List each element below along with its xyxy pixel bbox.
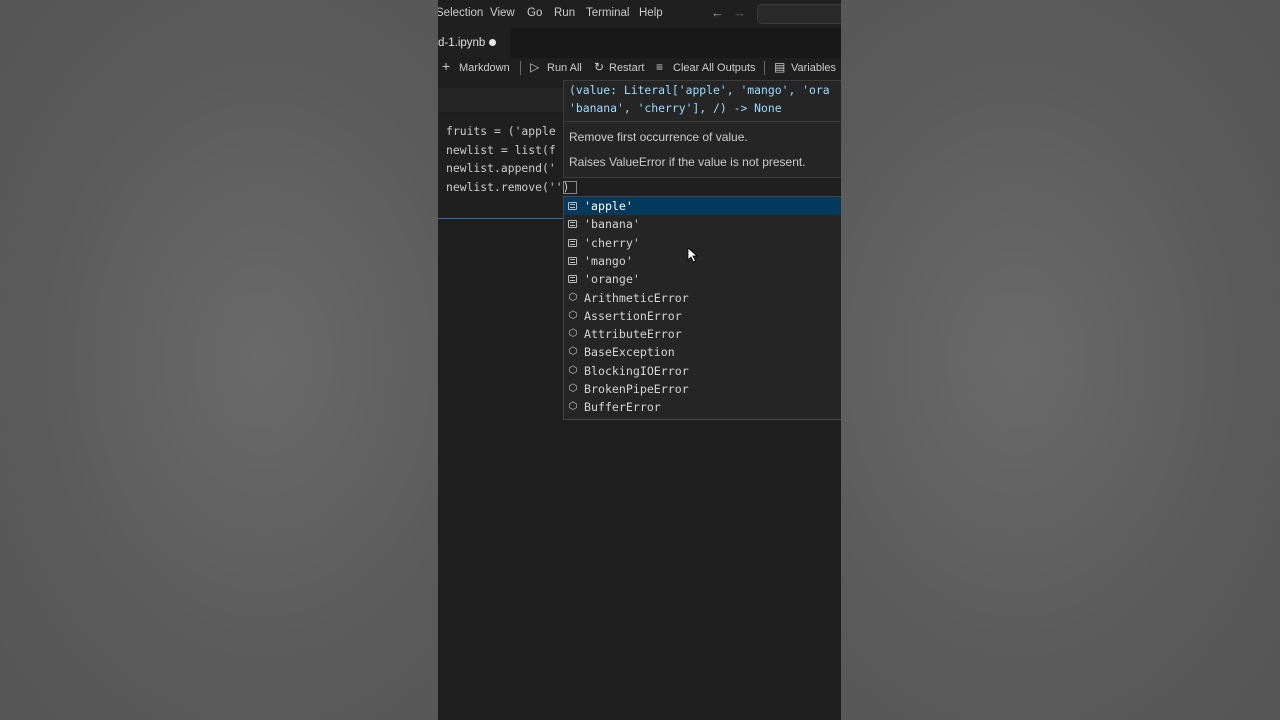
code-line[interactable]: fruits = ('apple xyxy=(446,124,556,138)
variables-icon[interactable]: ▤ xyxy=(774,60,785,74)
suggestion-item[interactable]: ⬡ ArithmeticError xyxy=(564,289,841,307)
suggestion-item[interactable]: ⬡ BaseException xyxy=(564,343,841,361)
class-cube-icon: ⬡ xyxy=(568,328,578,340)
run-all-icon[interactable]: ▷ xyxy=(530,60,539,74)
text-value-icon xyxy=(568,220,577,229)
suggestion-label: BrokenPipeError xyxy=(584,382,689,396)
class-cube-icon: ⬡ xyxy=(568,383,578,394)
arrow-right-icon[interactable]: → xyxy=(733,5,746,20)
video-blur-left xyxy=(0,0,438,720)
suggestion-label: BufferError xyxy=(584,400,661,415)
class-cube-icon: ⬡ xyxy=(568,291,578,303)
menu-help[interactable]: Help xyxy=(639,7,663,19)
toolbar-separator xyxy=(764,61,765,75)
text-cursor-highlight xyxy=(563,181,577,194)
suggestion-label: BaseException xyxy=(584,345,675,360)
suggestion-item[interactable]: ⬡ BlockingIOError xyxy=(564,362,841,380)
suggestion-label: 'mango' xyxy=(584,253,633,268)
menu-selection[interactable]: Selection xyxy=(438,7,483,19)
suggestion-label: 'orange' xyxy=(584,272,640,287)
signature-line: (value: Literal['apple', 'mango', 'ora xyxy=(569,83,830,97)
menu-run[interactable]: Run xyxy=(554,7,575,19)
suggestion-item[interactable]: ⬡ BufferError xyxy=(564,398,841,416)
variables-button[interactable]: Variables xyxy=(791,62,836,74)
clear-outputs-icon[interactable]: ≡ xyxy=(656,60,663,74)
notebook-toolbar: + Markdown ▷ Run All ↻ Restart ≡ Clear A… xyxy=(438,58,841,80)
menu-terminal[interactable]: Terminal xyxy=(586,7,629,19)
text-value-icon xyxy=(568,256,577,265)
code-line[interactable]: newlist = list(f xyxy=(446,143,556,157)
run-all-button[interactable]: Run All xyxy=(547,62,582,74)
menu-go[interactable]: Go xyxy=(527,7,542,19)
suggestion-item[interactable]: ⬡ BrokenPipeError xyxy=(564,380,841,398)
command-center-search[interactable] xyxy=(757,4,841,24)
signature-line: 'banana', 'cherry'], /) -> None xyxy=(569,101,782,115)
suggestion-item[interactable]: 'apple' xyxy=(564,197,841,215)
suggestion-item[interactable]: ⬡ AssertionError xyxy=(564,307,841,325)
toolbar-separator xyxy=(520,61,521,75)
code-line[interactable]: newlist.remove('') xyxy=(446,180,569,194)
suggestion-label: AssertionError xyxy=(584,308,682,323)
suggestion-item[interactable]: 'cherry' xyxy=(564,234,841,252)
arrow-left-icon[interactable]: ← xyxy=(711,5,724,20)
text-value-icon xyxy=(568,238,577,247)
doc-text: Remove first occurrence of value. xyxy=(569,130,748,144)
class-cube-icon: ⬡ xyxy=(568,401,578,413)
tab-label: d-1.ipynb xyxy=(438,37,486,49)
video-blur-right xyxy=(841,0,1280,720)
suggestion-label: 'banana' xyxy=(584,217,640,232)
mouse-pointer-icon xyxy=(687,247,699,263)
text-value-icon xyxy=(568,275,577,284)
class-cube-icon: ⬡ xyxy=(568,364,578,376)
tab-bar: d-1.ipynb xyxy=(438,28,841,59)
add-markdown-button[interactable]: Markdown xyxy=(459,62,510,74)
suggestion-item[interactable]: ⬡ AttributeError xyxy=(564,325,841,343)
doc-text: Raises ValueError if the value is not pr… xyxy=(569,155,806,169)
clear-all-outputs-button[interactable]: Clear All Outputs xyxy=(673,62,756,74)
code-line[interactable]: newlist.append(' xyxy=(446,161,556,175)
vscode-window: Selection View Go Run Terminal Help ← → … xyxy=(438,0,841,720)
suggestion-label: 'cherry' xyxy=(584,235,640,250)
unsaved-dot-icon[interactable] xyxy=(489,39,496,46)
text-value-icon xyxy=(568,202,577,210)
popup-divider xyxy=(564,121,841,122)
parameter-hint-popup: (value: Literal['apple', 'mango', 'ora '… xyxy=(563,80,841,178)
restart-button[interactable]: Restart xyxy=(609,62,644,74)
suggestion-label: ArithmeticError xyxy=(584,290,689,305)
menu-bar: Selection View Go Run Terminal Help ← → xyxy=(438,0,841,28)
menu-view[interactable]: View xyxy=(490,7,515,19)
tab-notebook[interactable]: d-1.ipynb xyxy=(438,28,510,58)
restart-icon[interactable]: ↻ xyxy=(594,60,604,74)
suggestion-label: 'apple' xyxy=(584,199,633,213)
suggestion-item[interactable]: 'banana' xyxy=(564,215,841,233)
suggestion-label: BlockingIOError xyxy=(584,363,689,378)
class-cube-icon: ⬡ xyxy=(568,346,578,358)
suggestion-label: AttributeError xyxy=(584,327,682,342)
suggestion-item[interactable]: 'orange' xyxy=(564,270,841,288)
autocomplete-list[interactable]: 'apple' 'banana' 'cherry' 'mango' 'orange' ⬡ A… xyxy=(563,196,841,420)
class-cube-icon: ⬡ xyxy=(568,309,578,321)
suggestion-item[interactable]: 'mango' xyxy=(564,252,841,270)
plus-icon[interactable]: + xyxy=(442,58,450,74)
